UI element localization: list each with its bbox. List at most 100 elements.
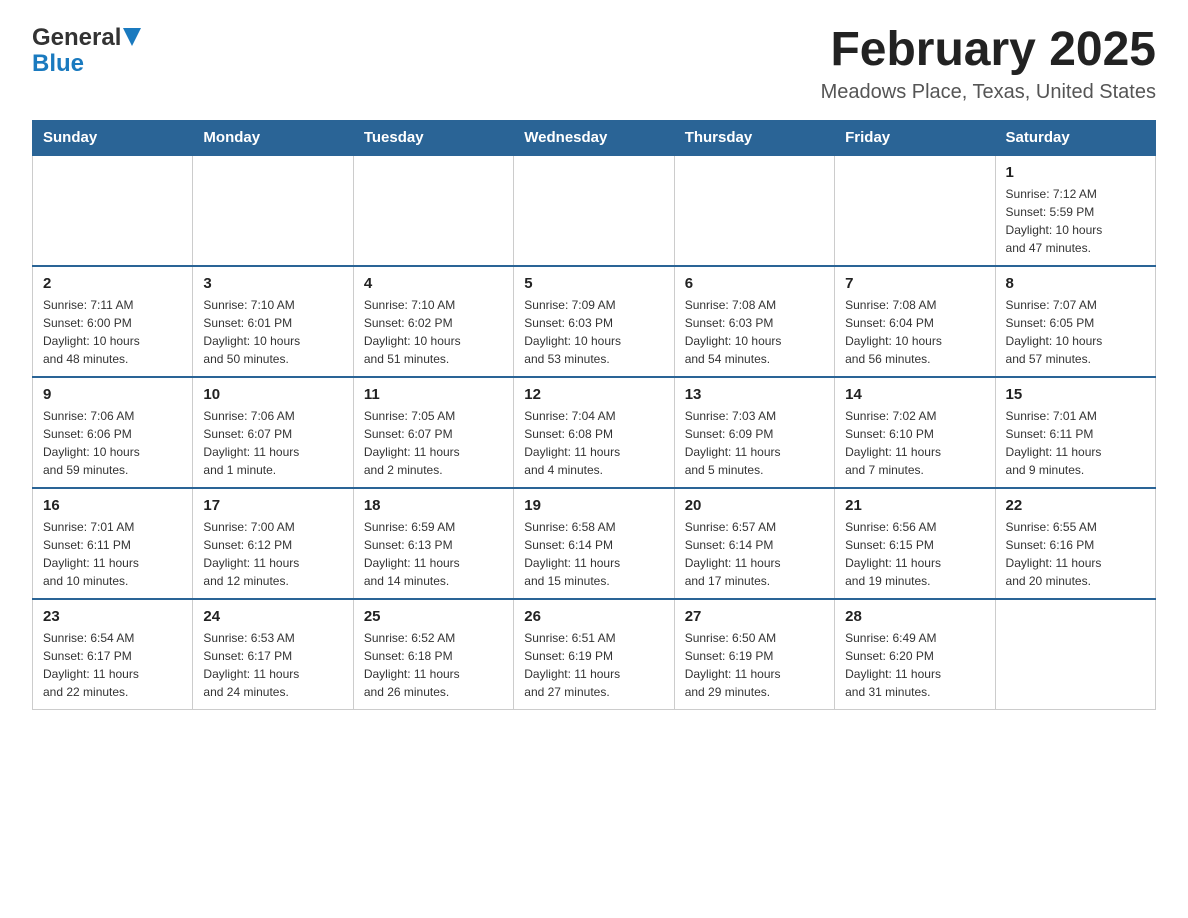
day-info: Sunrise: 7:00 AMSunset: 6:12 PMDaylight:…: [203, 518, 342, 590]
day-info: Sunrise: 6:52 AMSunset: 6:18 PMDaylight:…: [364, 629, 503, 701]
day-info: Sunrise: 6:59 AMSunset: 6:13 PMDaylight:…: [364, 518, 503, 590]
day-info: Sunrise: 7:03 AMSunset: 6:09 PMDaylight:…: [685, 407, 824, 479]
calendar-table: Sunday Monday Tuesday Wednesday Thursday…: [32, 120, 1156, 710]
calendar-location: Meadows Place, Texas, United States: [821, 81, 1156, 104]
day-number: 13: [685, 386, 824, 403]
calendar-day: 8 Sunrise: 7:07 AMSunset: 6:05 PMDaylight…: [995, 266, 1155, 377]
calendar-day: 2 Sunrise: 7:11 AMSunset: 6:00 PMDaylight…: [33, 266, 193, 377]
logo-blue-text: Blue: [32, 50, 141, 78]
day-info: Sunrise: 6:56 AMSunset: 6:15 PMDaylight:…: [845, 518, 984, 590]
calendar-day: 19 Sunrise: 6:58 AMSunset: 6:14 PMDayligh…: [514, 488, 674, 599]
calendar-day: 18 Sunrise: 6:59 AMSunset: 6:13 PMDayligh…: [353, 488, 513, 599]
day-number: 27: [685, 608, 824, 625]
day-info: Sunrise: 6:58 AMSunset: 6:14 PMDaylight:…: [524, 518, 663, 590]
calendar-day: 5 Sunrise: 7:09 AMSunset: 6:03 PMDaylight…: [514, 266, 674, 377]
day-number: 2: [43, 275, 182, 292]
day-info: Sunrise: 7:12 AMSunset: 5:59 PMDaylight:…: [1006, 185, 1145, 257]
calendar-day: 13 Sunrise: 7:03 AMSunset: 6:09 PMDayligh…: [674, 377, 834, 488]
header-saturday: Saturday: [995, 120, 1155, 155]
day-info: Sunrise: 6:50 AMSunset: 6:19 PMDaylight:…: [685, 629, 824, 701]
header-friday: Friday: [835, 120, 995, 155]
calendar-day: 23Sunrise: 6:54 AMSunset: 6:17 PMDayligh…: [33, 599, 193, 710]
day-number: 1: [1006, 164, 1145, 181]
week-row-3: 16 Sunrise: 7:01 AMSunset: 6:11 PMDayligh…: [33, 488, 1156, 599]
calendar-day: [835, 155, 995, 266]
calendar-day: 12 Sunrise: 7:04 AMSunset: 6:08 PMDayligh…: [514, 377, 674, 488]
day-number: 25: [364, 608, 503, 625]
day-info: Sunrise: 7:06 AMSunset: 6:06 PMDaylight:…: [43, 407, 182, 479]
day-info: Sunrise: 7:10 AMSunset: 6:02 PMDaylight:…: [364, 296, 503, 368]
header-wednesday: Wednesday: [514, 120, 674, 155]
day-number: 16: [43, 497, 182, 514]
day-info: Sunrise: 7:08 AMSunset: 6:04 PMDaylight:…: [845, 296, 984, 368]
calendar-day: 24 Sunrise: 6:53 AMSunset: 6:17 PMDayligh…: [193, 599, 353, 710]
day-info: Sunrise: 7:06 AMSunset: 6:07 PMDaylight:…: [203, 407, 342, 479]
day-number: 21: [845, 497, 984, 514]
weekday-header-row: Sunday Monday Tuesday Wednesday Thursday…: [33, 120, 1156, 155]
calendar-day: 10 Sunrise: 7:06 AMSunset: 6:07 PMDayligh…: [193, 377, 353, 488]
day-info: Sunrise: 6:54 AMSunset: 6:17 PMDaylight:…: [43, 629, 182, 701]
day-number: 18: [364, 497, 503, 514]
day-info: Sunrise: 7:01 AMSunset: 6:11 PMDaylight:…: [1006, 407, 1145, 479]
calendar-day: 16 Sunrise: 7:01 AMSunset: 6:11 PMDayligh…: [33, 488, 193, 599]
calendar-day: 3 Sunrise: 7:10 AMSunset: 6:01 PMDaylight…: [193, 266, 353, 377]
calendar-day: 7 Sunrise: 7:08 AMSunset: 6:04 PMDaylight…: [835, 266, 995, 377]
day-number: 10: [203, 386, 342, 403]
calendar-day: 25 Sunrise: 6:52 AMSunset: 6:18 PMDayligh…: [353, 599, 513, 710]
day-number: 7: [845, 275, 984, 292]
day-number: 11: [364, 386, 503, 403]
calendar-day: [674, 155, 834, 266]
calendar-day: 22 Sunrise: 6:55 AMSunset: 6:16 PMDayligh…: [995, 488, 1155, 599]
calendar-day: 11 Sunrise: 7:05 AMSunset: 6:07 PMDayligh…: [353, 377, 513, 488]
day-number: 8: [1006, 275, 1145, 292]
calendar-day: [193, 155, 353, 266]
day-info: Sunrise: 6:57 AMSunset: 6:14 PMDaylight:…: [685, 518, 824, 590]
day-info: Sunrise: 6:55 AMSunset: 6:16 PMDaylight:…: [1006, 518, 1145, 590]
day-info: Sunrise: 7:10 AMSunset: 6:01 PMDaylight:…: [203, 296, 342, 368]
day-info: Sunrise: 7:04 AMSunset: 6:08 PMDaylight:…: [524, 407, 663, 479]
day-number: 22: [1006, 497, 1145, 514]
week-row-1: 2 Sunrise: 7:11 AMSunset: 6:00 PMDaylight…: [33, 266, 1156, 377]
calendar-day: 28 Sunrise: 6:49 AMSunset: 6:20 PMDayligh…: [835, 599, 995, 710]
calendar-day: 27 Sunrise: 6:50 AMSunset: 6:19 PMDayligh…: [674, 599, 834, 710]
day-info: Sunrise: 7:07 AMSunset: 6:05 PMDaylight:…: [1006, 296, 1145, 368]
day-number: 28: [845, 608, 984, 625]
day-info: Sunrise: 7:05 AMSunset: 6:07 PMDaylight:…: [364, 407, 503, 479]
day-info: Sunrise: 6:49 AMSunset: 6:20 PMDaylight:…: [845, 629, 984, 701]
calendar-title: February 2025: [821, 24, 1156, 77]
day-info: Sunrise: 7:08 AMSunset: 6:03 PMDaylight:…: [685, 296, 824, 368]
calendar-day: 4 Sunrise: 7:10 AMSunset: 6:02 PMDaylight…: [353, 266, 513, 377]
week-row-0: 1 Sunrise: 7:12 AMSunset: 5:59 PMDaylight…: [33, 155, 1156, 266]
calendar-day: 6Sunrise: 7:08 AMSunset: 6:03 PMDaylight…: [674, 266, 834, 377]
day-number: 4: [364, 275, 503, 292]
day-number: 3: [203, 275, 342, 292]
day-number: 5: [524, 275, 663, 292]
header-monday: Monday: [193, 120, 353, 155]
day-info: Sunrise: 6:53 AMSunset: 6:17 PMDaylight:…: [203, 629, 342, 701]
logo-general-text: General: [32, 24, 121, 52]
day-info: Sunrise: 6:51 AMSunset: 6:19 PMDaylight:…: [524, 629, 663, 701]
calendar-day: 15Sunrise: 7:01 AMSunset: 6:11 PMDayligh…: [995, 377, 1155, 488]
day-number: 24: [203, 608, 342, 625]
logo-triangle-icon: [123, 28, 141, 46]
calendar-day: 20 Sunrise: 6:57 AMSunset: 6:14 PMDayligh…: [674, 488, 834, 599]
header-thursday: Thursday: [674, 120, 834, 155]
day-info: Sunrise: 7:01 AMSunset: 6:11 PMDaylight:…: [43, 518, 182, 590]
day-info: Sunrise: 7:11 AMSunset: 6:00 PMDaylight:…: [43, 296, 182, 368]
day-number: 19: [524, 497, 663, 514]
calendar-day: 1 Sunrise: 7:12 AMSunset: 5:59 PMDaylight…: [995, 155, 1155, 266]
calendar-day: [353, 155, 513, 266]
logo: General Blue: [32, 24, 141, 78]
day-number: 26: [524, 608, 663, 625]
day-info: Sunrise: 7:09 AMSunset: 6:03 PMDaylight:…: [524, 296, 663, 368]
day-number: 14: [845, 386, 984, 403]
day-number: 12: [524, 386, 663, 403]
calendar-day: 26 Sunrise: 6:51 AMSunset: 6:19 PMDayligh…: [514, 599, 674, 710]
calendar-day: 17Sunrise: 7:00 AMSunset: 6:12 PMDayligh…: [193, 488, 353, 599]
title-section: February 2025 Meadows Place, Texas, Unit…: [821, 24, 1156, 104]
day-info: Sunrise: 7:02 AMSunset: 6:10 PMDaylight:…: [845, 407, 984, 479]
day-number: 20: [685, 497, 824, 514]
calendar-day: 9Sunrise: 7:06 AMSunset: 6:06 PMDaylight…: [33, 377, 193, 488]
header-tuesday: Tuesday: [353, 120, 513, 155]
calendar-day: [995, 599, 1155, 710]
